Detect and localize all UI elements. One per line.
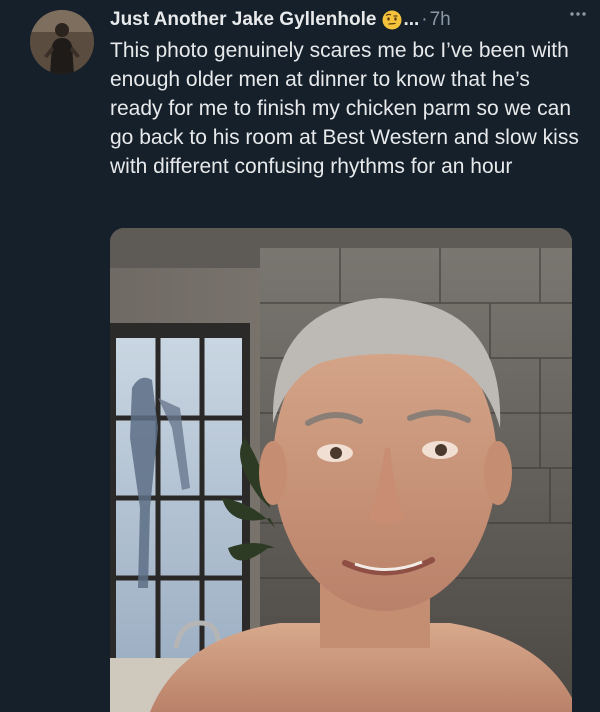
avatar[interactable] [30, 10, 94, 74]
tweet-text: This photo genuinely scares me bc I’ve b… [110, 39, 579, 178]
header-separator: · [421, 9, 428, 30]
tweet-header: Just Another Jake Gyllenhole ... · 7h [110, 6, 580, 34]
avatar-photo [30, 10, 94, 74]
face-with-raised-eyebrow-emoji-icon [382, 10, 402, 30]
tweet[interactable]: Just Another Jake Gyllenhole ... · 7h Th… [0, 0, 600, 712]
tweet-photo[interactable] [110, 228, 572, 712]
display-name[interactable]: Just Another Jake Gyllenhole [110, 9, 376, 31]
name-truncation: ... [403, 9, 420, 30]
timestamp[interactable]: 7h [430, 9, 451, 31]
selfie-photo [110, 228, 572, 712]
more-options-button[interactable] [566, 2, 590, 26]
more-dots-icon [570, 12, 586, 16]
